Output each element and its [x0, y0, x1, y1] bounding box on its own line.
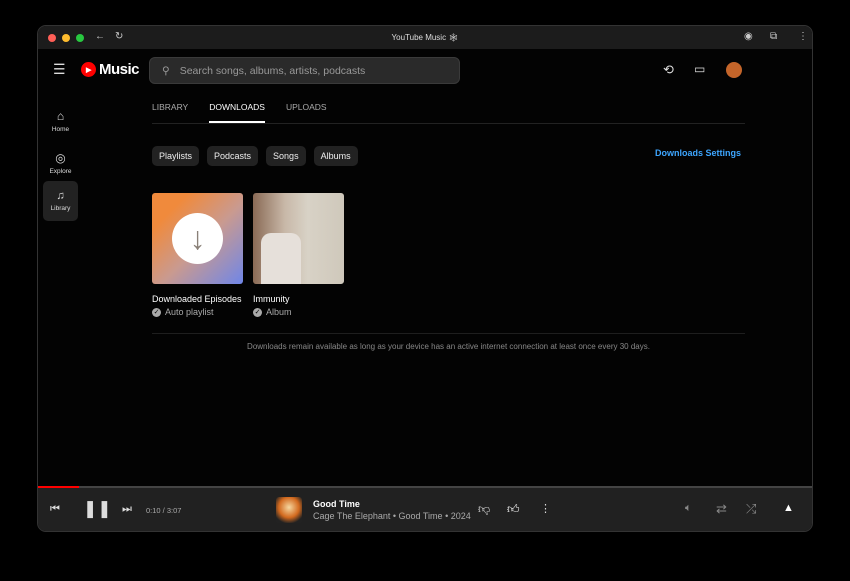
tab-library[interactable]: LIBRARY [152, 102, 188, 123]
track-subtitle[interactable]: Cage The Elephant • Good Time • 2024 [313, 511, 471, 521]
search-icon: ⚲ [162, 64, 170, 77]
downloaded-check-icon: ✓ [253, 307, 262, 317]
menu-icon[interactable]: ☰ [53, 61, 66, 78]
window-title: YouTube Music 🕸 [391, 33, 459, 42]
volume-icon[interactable]: 🔈︎ [685, 502, 692, 515]
history-icon[interactable]: ⟲ [663, 62, 674, 78]
next-icon[interactable]: ⏭ [122, 503, 132, 516]
sidebar-item-explore[interactable]: ◎ Explore [43, 143, 78, 183]
more-options-icon[interactable]: ⋮ [540, 502, 551, 515]
tab-uploads[interactable]: UPLOADS [286, 102, 327, 123]
more-icon[interactable]: ⋮ [798, 31, 808, 42]
chip-playlists[interactable]: Playlists [152, 146, 200, 166]
download-icon: ↓ [172, 213, 223, 264]
chip-albums[interactable]: Albums [313, 146, 358, 166]
chip-songs[interactable]: Songs [266, 146, 306, 166]
dislike-icon[interactable]: 👎︎ [478, 502, 490, 517]
track-title[interactable]: Good Time [313, 499, 360, 509]
sidebar-label: Home [51, 126, 70, 133]
search-input[interactable]: ⚲ Search songs, albums, artists, podcasts [149, 57, 460, 84]
downloads-note: Downloads remain available as long as yo… [152, 333, 745, 351]
tab-downloads[interactable]: DOWNLOADS [209, 102, 265, 123]
card-immunity[interactable]: Immunity ✓ Album [253, 193, 344, 317]
player-bar: ⏮ ❚❚ ⏭ 0:10 / 3:07 Good Time Cage The El… [38, 488, 812, 531]
avatar[interactable] [726, 62, 742, 78]
card-thumbnail: ↓ [152, 193, 243, 284]
sidebar-item-library[interactable]: ♫ Library [43, 181, 78, 221]
pause-icon[interactable]: ❚❚ [83, 499, 112, 519]
card-subtitle: Album [266, 307, 292, 317]
sidebar-label: Library [50, 205, 71, 212]
downloads-settings-link[interactable]: Downloads Settings [655, 148, 741, 158]
tabs: LIBRARY DOWNLOADS UPLOADS [152, 102, 745, 124]
previous-icon[interactable]: ⏮ [50, 503, 60, 516]
compass-icon: ◎ [55, 151, 66, 165]
play-logo-icon: ▶ [81, 62, 96, 77]
now-playing-art[interactable] [276, 497, 302, 523]
card-downloaded-episodes[interactable]: ↓ Downloaded Episodes ✓ Auto playlist [152, 193, 243, 317]
card-title[interactable]: Downloaded Episodes [152, 294, 243, 304]
title-bar: ← ↻ YouTube Music 🕸 ◉ ⧉ ⋮ [38, 26, 812, 49]
filter-chips: Playlists Podcasts Songs Albums [152, 146, 358, 166]
search-placeholder: Search songs, albums, artists, podcasts [179, 64, 366, 77]
home-icon: ⌂ [56, 109, 65, 123]
time-display: 0:10 / 3:07 [146, 506, 182, 515]
visibility-icon[interactable]: ◉ [744, 31, 753, 42]
like-icon[interactable]: 👍︎ [507, 502, 520, 517]
chip-podcasts[interactable]: Podcasts [207, 146, 259, 166]
card-subtitle: Auto playlist [165, 307, 214, 317]
logo[interactable]: ▶ Music [81, 61, 140, 78]
shuffle-icon[interactable]: ⤮ [746, 501, 756, 517]
cast-icon[interactable]: ▭ [694, 62, 705, 76]
sidebar-item-home[interactable]: ⌂ Home [43, 101, 78, 141]
logo-text: Music [99, 61, 140, 78]
extension-icon[interactable]: ⧉ [770, 31, 777, 42]
header: ☰ ▶ Music ⚲ Search songs, albums, artists,… [38, 49, 812, 94]
repeat-icon[interactable]: ⇄ [716, 501, 727, 517]
album-art [253, 193, 344, 284]
downloaded-check-icon: ✓ [152, 307, 161, 317]
card-title[interactable]: Immunity [253, 294, 344, 304]
sidebar-label: Explore [49, 168, 72, 175]
app-window: ← ↻ YouTube Music 🕸 ◉ ⧉ ⋮ ☰ ▶ Music ⚲ Sear… [37, 25, 813, 532]
library-icon: ♫ [56, 190, 65, 202]
expand-icon[interactable]: ▲ [783, 502, 794, 514]
